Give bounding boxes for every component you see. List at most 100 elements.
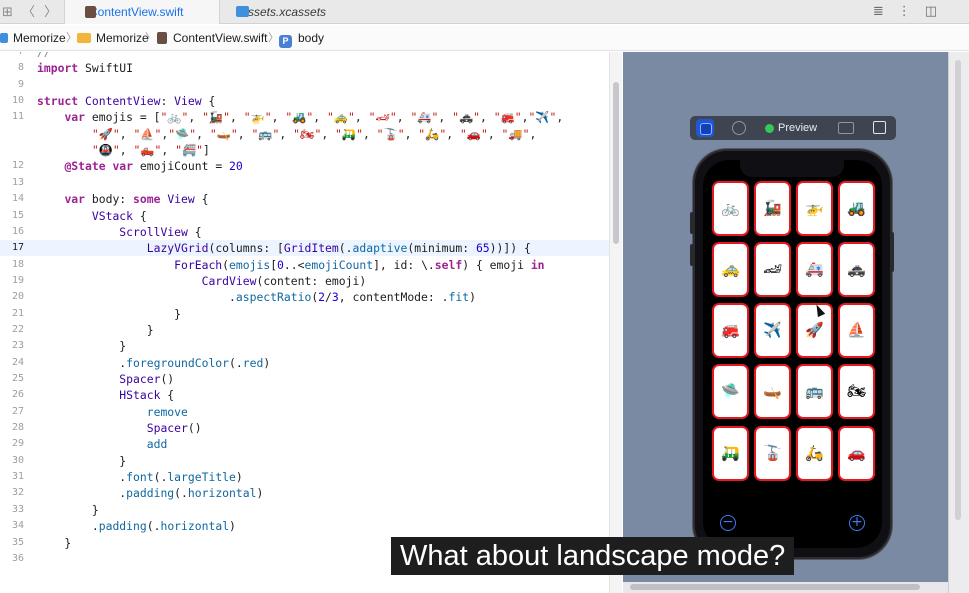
code-text[interactable]: @State var emojiCount = 20: [37, 158, 242, 174]
selectable-mode-button[interactable]: [730, 119, 748, 137]
breadcrumb-file[interactable]: ContentView.swift: [157, 25, 268, 51]
emoji-card[interactable]: 🏍: [838, 364, 875, 419]
code-editor[interactable]: 7 // 8 import SwiftUI 9 10 struct ContentView:…: [0, 52, 609, 593]
code-line[interactable]: 24 .foregroundColor(.red): [0, 355, 609, 371]
code-text[interactable]: VStack {: [37, 208, 147, 224]
emoji-card[interactable]: 🚂: [754, 181, 791, 236]
emoji-card[interactable]: 🛵: [796, 426, 833, 481]
code-line[interactable]: 10 struct ContentView: View {: [0, 93, 609, 109]
code-text[interactable]: var emojis = ["🚲", "🚂", "🚁", "🚜", "🚕", "…: [37, 109, 563, 125]
duplicate-preview-button[interactable]: [870, 119, 888, 137]
code-text[interactable]: .padding(.horizontal): [37, 485, 263, 501]
emoji-card[interactable]: 🛺: [712, 426, 749, 481]
code-text[interactable]: }: [37, 453, 126, 469]
code-line[interactable]: 33 }: [0, 502, 609, 518]
code-line[interactable]: 28 Spacer(): [0, 420, 609, 436]
code-text[interactable]: CardView(content: emoji): [37, 273, 367, 289]
code-text[interactable]: "🚇", "🛻", "🚝"]: [37, 142, 210, 158]
code-line[interactable]: 21 }: [0, 306, 609, 322]
emoji-card[interactable]: ✈️: [754, 303, 791, 358]
grid-icon[interactable]: ⊞: [2, 3, 13, 21]
editor-scroll-thumb[interactable]: [613, 82, 619, 244]
emoji-card[interactable]: 🛸: [712, 364, 749, 419]
emoji-card[interactable]: 🚡: [754, 426, 791, 481]
code-text[interactable]: .aspectRatio(2/3, contentMode: .fit): [37, 289, 476, 305]
back-icon[interactable]: 〈: [22, 3, 35, 21]
code-line[interactable]: 34 .padding(.horizontal): [0, 518, 609, 534]
code-text[interactable]: }: [37, 338, 126, 354]
code-text[interactable]: Spacer(): [37, 371, 174, 387]
code-line[interactable]: 7 //: [0, 52, 609, 60]
code-line[interactable]: 20 .aspectRatio(2/3, contentMode: .fit): [0, 289, 609, 305]
code-line[interactable]: 30 }: [0, 453, 609, 469]
code-text[interactable]: struct ContentView: View {: [37, 93, 215, 109]
emoji-card[interactable]: ⛵️: [838, 303, 875, 358]
code-line[interactable]: 32 .padding(.horizontal): [0, 485, 609, 501]
emoji-card[interactable]: 🚕: [712, 242, 749, 297]
code-text[interactable]: LazyVGrid(columns: [GridItem(.adaptive(m…: [37, 240, 531, 256]
code-line[interactable]: 8 import SwiftUI: [0, 60, 609, 76]
breadcrumb-folder[interactable]: Memorize: [77, 25, 149, 51]
code-line[interactable]: 17 LazyVGrid(columns: [GridItem(.adaptiv…: [0, 240, 609, 257]
canvas-hscroll-thumb[interactable]: [630, 584, 920, 590]
code-line[interactable]: 25 Spacer(): [0, 371, 609, 387]
emoji-card[interactable]: 🚲: [712, 181, 749, 236]
code-text[interactable]: ScrollView {: [37, 224, 201, 240]
code-line[interactable]: 31 .font(.largeTitle): [0, 469, 609, 485]
code-line[interactable]: "🚇", "🛻", "🚝"]: [0, 142, 609, 158]
code-line[interactable]: "🚀", "⛵️","🛸", "🛶", "🚌", "🏍", "🛺", "🚡", …: [0, 126, 609, 142]
code-text[interactable]: import SwiftUI: [37, 60, 133, 76]
emoji-card[interactable]: 🚑: [796, 242, 833, 297]
preview-label[interactable]: Preview: [778, 116, 817, 140]
code-text[interactable]: }: [37, 322, 154, 338]
code-text[interactable]: ForEach(emojis[0..<emojiCount], id: \.se…: [37, 257, 544, 273]
code-text[interactable]: .font(.largeTitle): [37, 469, 242, 485]
tab-content-view[interactable]: ContentView.swift: [64, 0, 220, 24]
emoji-card[interactable]: 🚗: [838, 426, 875, 481]
code-text[interactable]: add: [37, 436, 168, 452]
code-text[interactable]: var body: some View {: [37, 191, 208, 207]
plus-circle-icon[interactable]: +: [849, 515, 865, 531]
minus-circle-icon[interactable]: −: [720, 515, 736, 531]
live-preview-button[interactable]: [696, 119, 714, 137]
canvas-scroll-thumb[interactable]: [955, 60, 961, 520]
code-text[interactable]: "🚀", "⛵️","🛸", "🛶", "🚌", "🏍", "🛺", "🚡", …: [37, 126, 536, 142]
emoji-card[interactable]: 🛶: [754, 364, 791, 419]
breadcrumb-symbol[interactable]: Pbody: [279, 25, 324, 51]
code-text[interactable]: .padding(.horizontal): [37, 518, 236, 534]
device-settings-button[interactable]: [836, 119, 854, 137]
code-line[interactable]: 11 var emojis = ["🚲", "🚂", "🚁", "🚜", "🚕"…: [0, 109, 609, 125]
code-line[interactable]: 16 ScrollView {: [0, 224, 609, 240]
code-line[interactable]: 22 }: [0, 322, 609, 338]
emoji-card[interactable]: 🚁: [796, 181, 833, 236]
code-text[interactable]: }: [37, 535, 71, 551]
code-line[interactable]: 12 @State var emojiCount = 20: [0, 158, 609, 174]
code-line[interactable]: 29 add: [0, 436, 609, 452]
code-line[interactable]: 23 }: [0, 338, 609, 354]
code-line[interactable]: 27 remove: [0, 404, 609, 420]
emoji-card[interactable]: 🚜: [838, 181, 875, 236]
code-text[interactable]: .foregroundColor(.red): [37, 355, 270, 371]
code-line[interactable]: 15 VStack {: [0, 208, 609, 224]
code-line[interactable]: 19 CardView(content: emoji): [0, 273, 609, 289]
forward-icon[interactable]: 〉: [44, 3, 57, 21]
code-text[interactable]: remove: [37, 404, 188, 420]
editor-options-icon[interactable]: ≣⋮◫: [873, 3, 951, 19]
code-text[interactable]: }: [37, 502, 99, 518]
emoji-card[interactable]: 🏎: [754, 242, 791, 297]
emoji-card[interactable]: 🚓: [838, 242, 875, 297]
tab-assets[interactable]: Assets.xcassets: [216, 0, 406, 24]
code-text[interactable]: }: [37, 306, 181, 322]
emoji-card[interactable]: 🚒: [712, 303, 749, 358]
emoji-card[interactable]: 🚌: [796, 364, 833, 419]
code-line[interactable]: 9: [0, 77, 609, 93]
code-line[interactable]: 18 ForEach(emojis[0..<emojiCount], id: \…: [0, 257, 609, 273]
code-line[interactable]: 14 var body: some View {: [0, 191, 609, 207]
code-text[interactable]: //: [37, 52, 51, 60]
code-text[interactable]: Spacer(): [37, 420, 202, 436]
code-line[interactable]: 26 HStack {: [0, 387, 609, 403]
code-text[interactable]: HStack {: [37, 387, 174, 403]
editor-scrollbar[interactable]: [609, 52, 622, 593]
code-line[interactable]: 13: [0, 175, 609, 191]
breadcrumb-project[interactable]: Memorize: [0, 25, 66, 51]
